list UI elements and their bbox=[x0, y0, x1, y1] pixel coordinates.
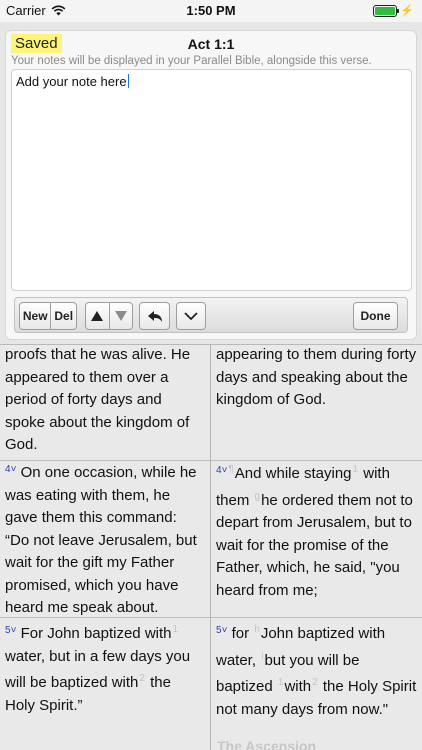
hide-keyboard-group bbox=[176, 302, 206, 330]
undo-arrow-icon bbox=[147, 310, 162, 322]
status-right: ⚡ bbox=[373, 4, 414, 17]
battery-icon bbox=[373, 4, 400, 17]
next-button[interactable] bbox=[108, 303, 133, 329]
note-textarea[interactable]: Add your note here bbox=[11, 69, 412, 291]
verse-text: appearing to them during forty days and … bbox=[216, 346, 417, 408]
note-toolbar: New Del Done bbox=[14, 297, 408, 333]
note-title: Act 1:1 bbox=[187, 36, 235, 52]
verse-number: 4˅ bbox=[216, 465, 228, 476]
footnote-marker[interactable]: 1 bbox=[173, 624, 179, 635]
note-text: Add your note here bbox=[16, 74, 127, 89]
verse-text: proofs that he was alive. He appeared to… bbox=[5, 346, 191, 453]
paragraph-marker: ¶ bbox=[228, 464, 234, 475]
text-caret bbox=[127, 74, 129, 88]
new-note-button[interactable]: New bbox=[20, 303, 50, 329]
new-del-group: New Del bbox=[19, 302, 77, 330]
right-verse-3[interactable]: appearing to them during forty days and … bbox=[216, 345, 419, 412]
parallel-bible: proofs that he was alive. He appeared to… bbox=[0, 345, 422, 750]
note-card: Saved Act 1:1 Your notes will be display… bbox=[5, 30, 417, 340]
footnote-marker[interactable]: 1 bbox=[353, 464, 359, 475]
status-bar: Carrier 1:50 PM ⚡ bbox=[0, 0, 422, 22]
verse-text: with bbox=[284, 678, 312, 695]
footnote-marker[interactable]: g bbox=[255, 491, 261, 502]
triangle-down-icon bbox=[114, 311, 127, 321]
footnote-marker[interactable]: 1 bbox=[278, 677, 284, 688]
verse-number: 5˅ bbox=[5, 625, 17, 636]
note-panel: Saved Act 1:1 Your notes will be display… bbox=[0, 22, 422, 345]
delete-note-button[interactable]: Del bbox=[50, 303, 76, 329]
done-button[interactable]: Done bbox=[354, 303, 397, 329]
verse-number: 4˅ bbox=[5, 464, 17, 475]
note-hint: Your notes will be displayed in your Par… bbox=[11, 55, 372, 67]
left-verse-5[interactable]: 5˅ For John baptized with1 water, but in… bbox=[5, 619, 204, 717]
verse-text: for bbox=[231, 625, 250, 642]
verse-text: And while staying bbox=[234, 465, 352, 482]
undo-button[interactable] bbox=[140, 303, 169, 329]
verse-number: 5˅ bbox=[216, 625, 228, 636]
right-verse-5[interactable]: 5˅ for hJohn baptized with water, ibut y… bbox=[216, 619, 419, 721]
previous-button[interactable] bbox=[86, 303, 109, 329]
chevron-down-icon bbox=[184, 311, 198, 320]
triangle-up-icon bbox=[91, 311, 104, 321]
hide-keyboard-button[interactable] bbox=[177, 303, 205, 329]
done-group: Done bbox=[353, 302, 398, 330]
footnote-marker[interactable]: 2 bbox=[312, 677, 318, 688]
left-verse-4[interactable]: 4˅ On one occasion, while he was eating … bbox=[5, 459, 204, 620]
left-verse-3[interactable]: proofs that he was alive. He appeared to… bbox=[5, 345, 204, 457]
footnote-marker[interactable]: 2 bbox=[139, 673, 145, 684]
verse-text: For John baptized with bbox=[20, 625, 172, 642]
status-time: 1:50 PM bbox=[186, 3, 236, 18]
nav-group bbox=[85, 302, 133, 330]
right-verse-4[interactable]: 4˅¶And while staying1 with them ghe orde… bbox=[216, 459, 419, 602]
footnote-marker[interactable]: h bbox=[254, 624, 260, 635]
undo-group bbox=[139, 302, 170, 330]
column-divider bbox=[210, 345, 211, 750]
verse-text: On one occasion, while he was eating wit… bbox=[5, 464, 197, 616]
section-heading: The Ascension bbox=[217, 738, 317, 750]
charging-icon: ⚡ bbox=[400, 5, 414, 17]
